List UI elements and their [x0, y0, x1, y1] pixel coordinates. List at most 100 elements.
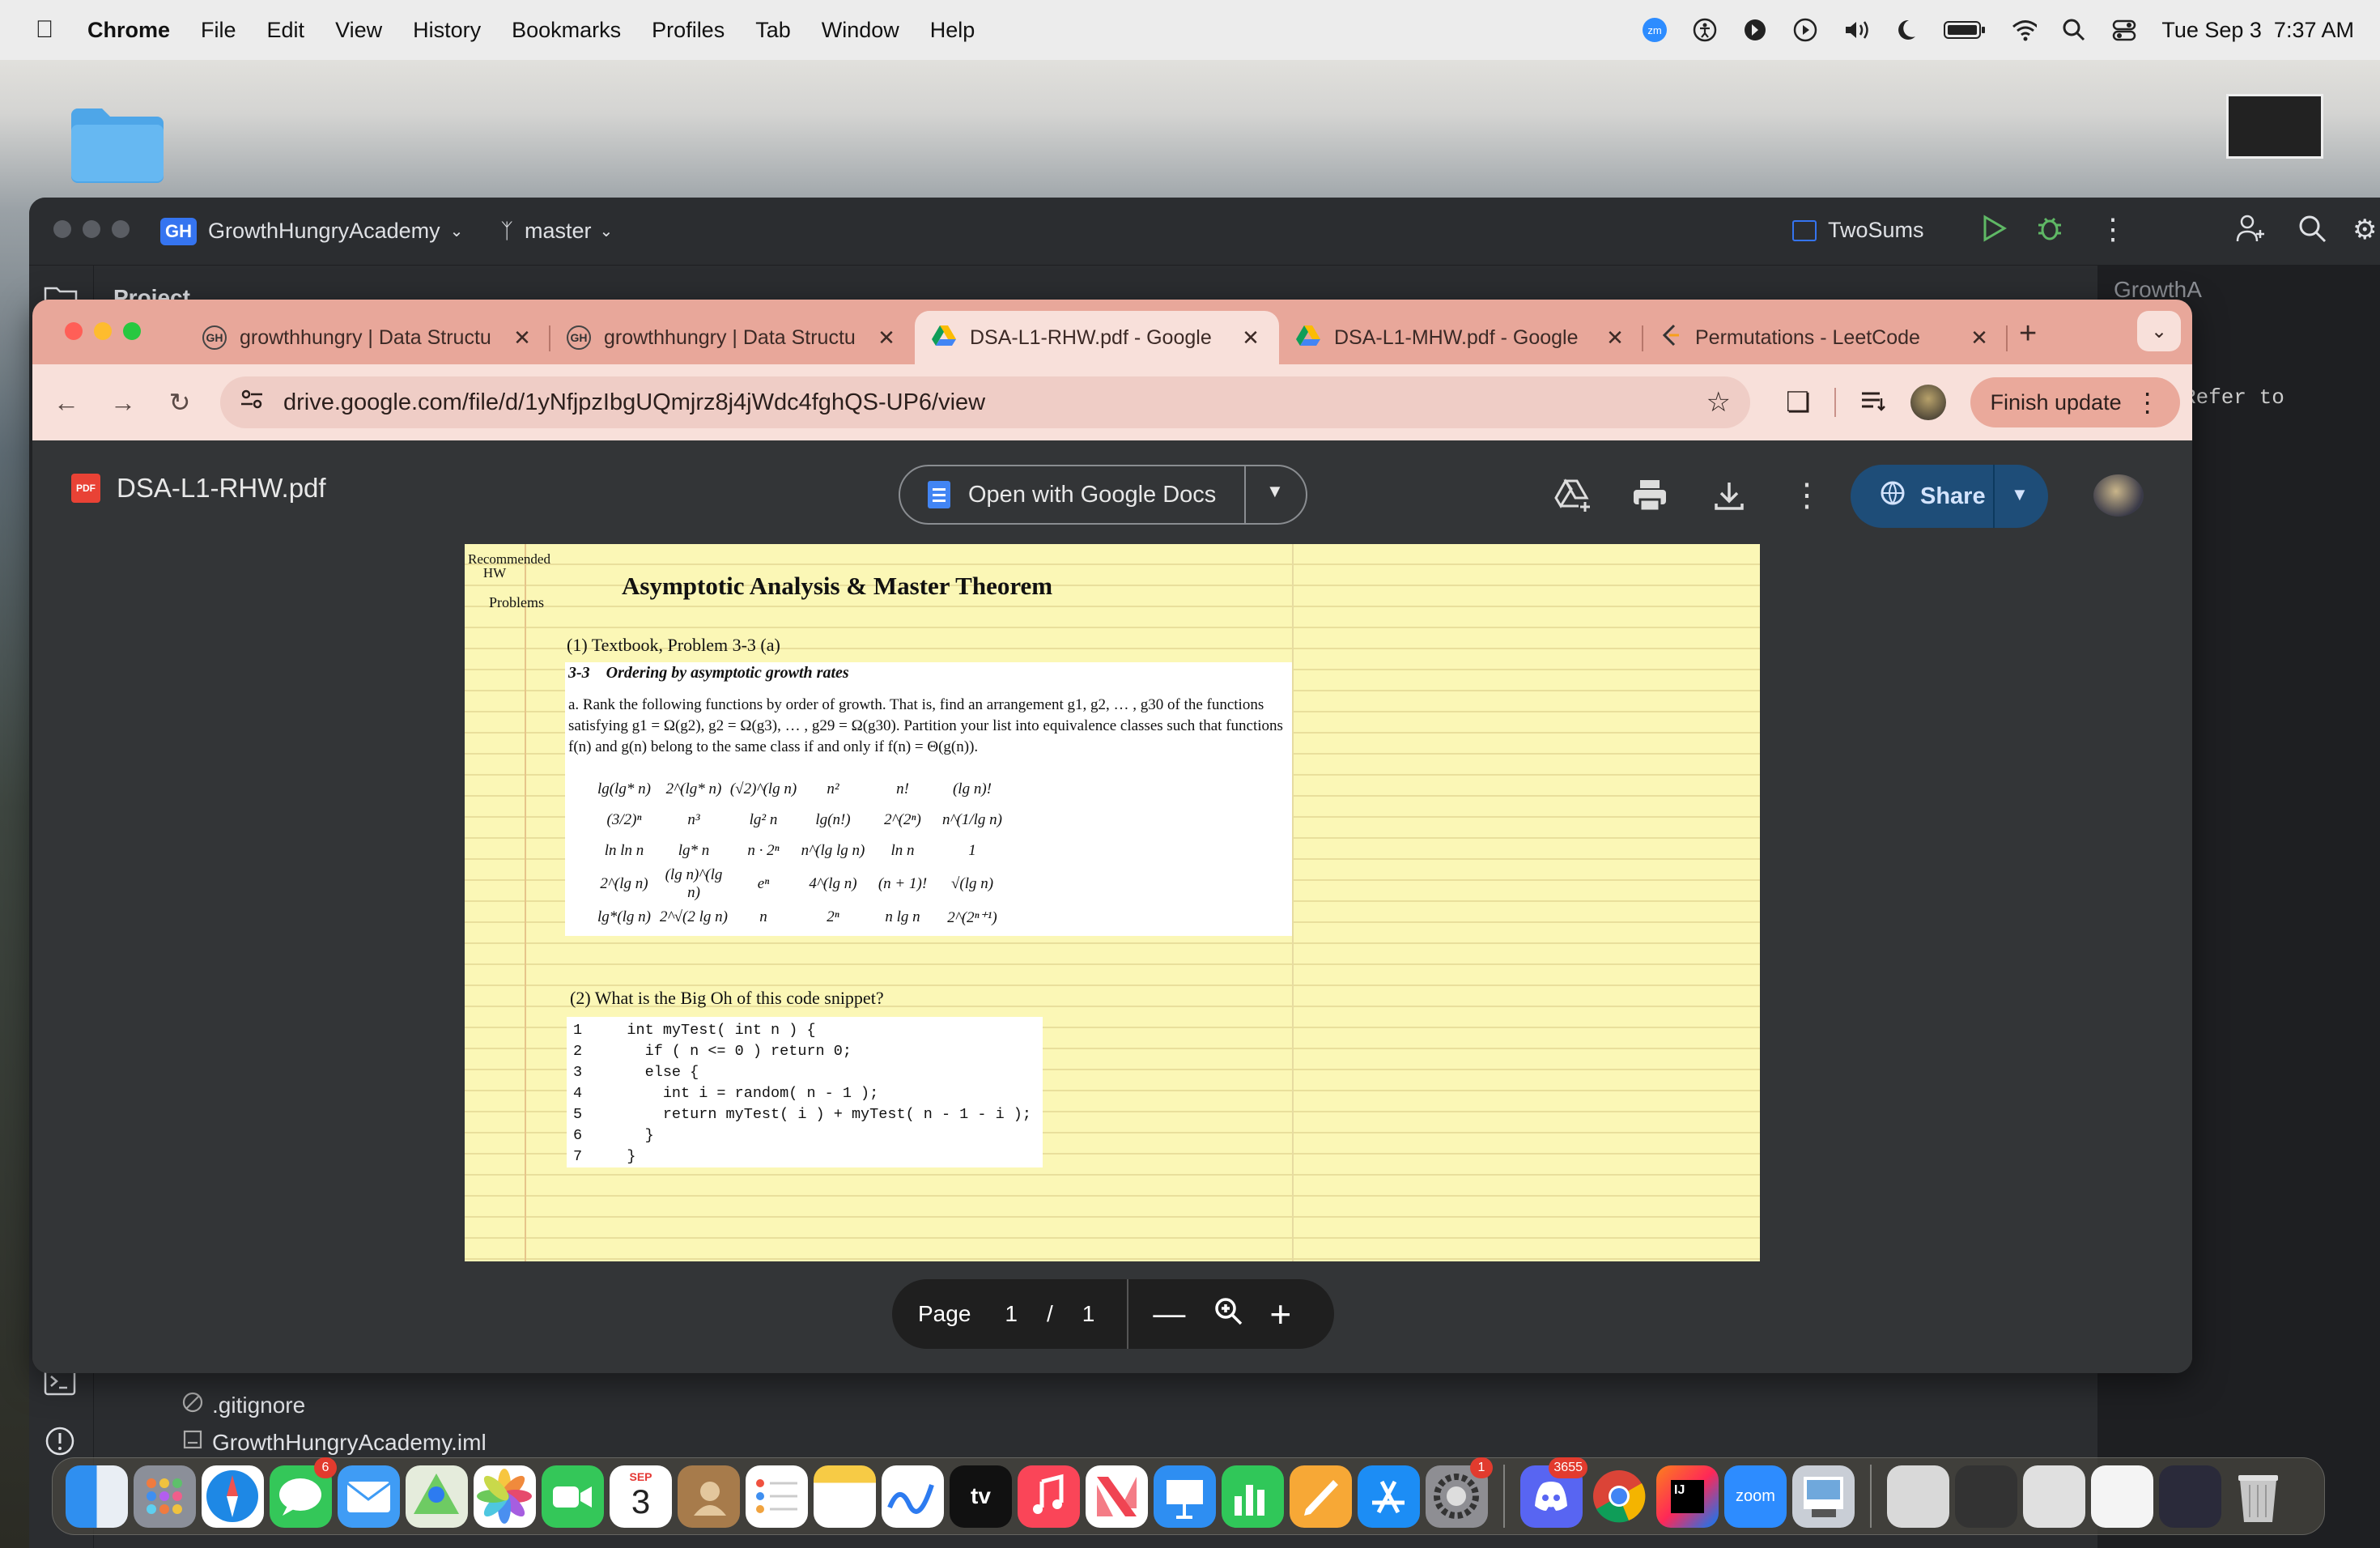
page-number-input[interactable]: 1 [1005, 1301, 1018, 1327]
recent-document-icon[interactable] [1887, 1465, 1949, 1528]
messages-icon[interactable]: 6 [270, 1457, 337, 1528]
zoom-out-minus-icon[interactable]: — [1153, 1296, 1185, 1333]
apple-menu-icon[interactable]:  [23, 16, 66, 44]
print-icon[interactable] [1630, 476, 1669, 515]
recent-window-icon[interactable] [2023, 1465, 2085, 1528]
download-icon[interactable] [1710, 476, 1749, 515]
desktop-folder-icon[interactable] [68, 104, 167, 185]
control-center-icon[interactable] [2111, 17, 2137, 43]
close-icon[interactable]: ✕ [1239, 325, 1263, 351]
profile-avatar[interactable] [1910, 385, 1947, 420]
more-vertical-icon[interactable]: ⋮ [1787, 476, 1826, 515]
system-settings-icon[interactable]: 1 [1426, 1457, 1493, 1528]
music-icon[interactable] [1018, 1465, 1080, 1528]
finder-icon[interactable] [66, 1465, 128, 1528]
mail-icon[interactable] [338, 1465, 400, 1528]
tree-item-gitignore[interactable]: .gitignore [181, 1391, 305, 1419]
tab-leetcode-permutations[interactable]: Permutations - LeetCode ✕ [1643, 311, 2008, 364]
safari-icon[interactable] [202, 1465, 264, 1528]
maps-icon[interactable] [406, 1465, 468, 1528]
tab-growthhungry-1[interactable]: GH growthhungry | Data Structu ✕ [186, 311, 550, 364]
forward-arrow-icon[interactable]: → [99, 378, 147, 427]
recent-screenshot-icon[interactable] [1955, 1465, 2017, 1528]
maximize-window-button[interactable] [123, 322, 141, 340]
extensions-puzzle-icon[interactable]: ❏ [1786, 386, 1810, 419]
ide-close-button[interactable] [53, 220, 71, 238]
new-tab-plus-icon[interactable]: + [2019, 317, 2037, 351]
back-arrow-icon[interactable]: ← [42, 378, 91, 427]
ide-zoom-button[interactable] [112, 220, 130, 238]
minimized-window-icon[interactable] [2159, 1465, 2221, 1528]
address-bar[interactable]: drive.google.com/file/d/1yNfjpzIbgUQmjrz… [220, 376, 1750, 428]
close-icon[interactable]: ✕ [510, 325, 534, 351]
trash-icon[interactable] [2227, 1465, 2289, 1528]
facetime-icon[interactable] [542, 1465, 604, 1528]
caret-down-icon[interactable]: ▼ [1266, 481, 1284, 502]
chrome-icon[interactable] [1588, 1465, 1651, 1528]
bookmark-star-icon[interactable]: ☆ [1706, 386, 1731, 419]
add-collaborator-icon[interactable] [2234, 212, 2267, 250]
volume-icon[interactable] [1842, 17, 1869, 43]
close-icon[interactable]: ✕ [1603, 325, 1627, 351]
calendar-icon[interactable]: SEP 3 [610, 1465, 672, 1528]
menu-view[interactable]: View [335, 18, 382, 43]
reading-list-icon[interactable] [1860, 389, 1888, 417]
menu-help[interactable]: Help [930, 18, 975, 43]
keynote-icon[interactable] [1154, 1465, 1216, 1528]
url-text[interactable]: drive.google.com/file/d/1yNfjpzIbgUQmjrz… [283, 389, 1706, 416]
close-icon[interactable]: ✕ [1967, 325, 1991, 351]
tab-growthhungry-2[interactable]: GH growthhungry | Data Structu ✕ [550, 311, 915, 364]
minimize-window-button[interactable] [94, 322, 112, 340]
intellij-idea-icon[interactable]: IJ [1656, 1465, 1719, 1528]
tab-dsa-l1-rhw[interactable]: DSA-L1-RHW.pdf - Google ✕ [915, 311, 1279, 364]
tab-search-chevron-icon[interactable]: ⌄ [2137, 311, 2181, 351]
app-store-icon[interactable] [1358, 1465, 1420, 1528]
news-icon[interactable] [1086, 1465, 1148, 1528]
tab-dsa-l1-mhw[interactable]: DSA-L1-MHW.pdf - Google ✕ [1279, 311, 1643, 364]
recent-file-icon[interactable] [2091, 1465, 2153, 1528]
launchpad-icon[interactable] [134, 1465, 196, 1528]
battery-icon[interactable] [1943, 17, 1987, 43]
reminders-icon[interactable] [746, 1465, 808, 1528]
zoom-app-icon[interactable]: zoom [1724, 1465, 1787, 1528]
tree-item-iml[interactable]: GrowthHungryAcademy.iml [181, 1428, 487, 1457]
menu-history[interactable]: History [413, 18, 481, 43]
more-vertical-icon[interactable]: ⋮ [2098, 212, 2127, 246]
open-with-google-docs-button[interactable]: Open with Google Docs ▼ [899, 465, 1307, 525]
finish-update-button[interactable]: Finish update ⋮ [1970, 377, 2180, 427]
notes-icon[interactable] [814, 1465, 876, 1528]
run-icon[interactable] [1980, 214, 2008, 249]
menu-file[interactable]: File [201, 18, 236, 43]
accessibility-icon[interactable] [1692, 17, 1718, 43]
share-button[interactable]: Share ▼ [1851, 465, 2048, 528]
do-not-disturb-moon-icon[interactable] [1893, 17, 1919, 43]
pages-icon[interactable] [1290, 1465, 1352, 1528]
zoom-status-icon[interactable]: zm [1642, 17, 1668, 43]
contacts-icon[interactable] [678, 1465, 740, 1528]
run-config-selector[interactable]: TwoSums [1828, 218, 1924, 243]
photos-icon[interactable] [474, 1465, 536, 1528]
reload-icon[interactable]: ↻ [155, 378, 204, 427]
wifi-icon[interactable] [2011, 17, 2038, 43]
menu-bar-clock[interactable]: Tue Sep 3 7:37 AM [2161, 18, 2354, 43]
ide-minimize-button[interactable] [83, 220, 100, 238]
settings-gear-icon[interactable]: ⚙ [2352, 214, 2377, 246]
apple-tv-icon[interactable]: tv [950, 1465, 1012, 1528]
close-icon[interactable]: ✕ [874, 325, 899, 351]
account-avatar[interactable] [2093, 474, 2144, 517]
search-icon[interactable] [2297, 214, 2328, 250]
discord-icon[interactable]: 3655 [1520, 1457, 1587, 1528]
project-switcher[interactable]: GrowthHungryAcademy [208, 219, 440, 244]
media-play-icon[interactable] [1792, 17, 1818, 43]
spotlight-search-icon[interactable] [2061, 17, 2087, 43]
debug-bug-icon[interactable] [2035, 214, 2064, 249]
menu-edit[interactable]: Edit [267, 18, 305, 43]
problems-warning-icon[interactable] [44, 1425, 76, 1461]
focus-moon-icon[interactable] [1742, 17, 1768, 43]
add-to-drive-icon[interactable] [1554, 476, 1593, 515]
zoom-magnifier-icon[interactable] [1213, 1295, 1245, 1333]
zoom-in-plus-icon[interactable]: + [1269, 1292, 1291, 1336]
menu-app-chrome[interactable]: Chrome [87, 18, 170, 43]
branch-switcher[interactable]: master [525, 219, 592, 244]
menu-window[interactable]: Window [822, 18, 899, 43]
